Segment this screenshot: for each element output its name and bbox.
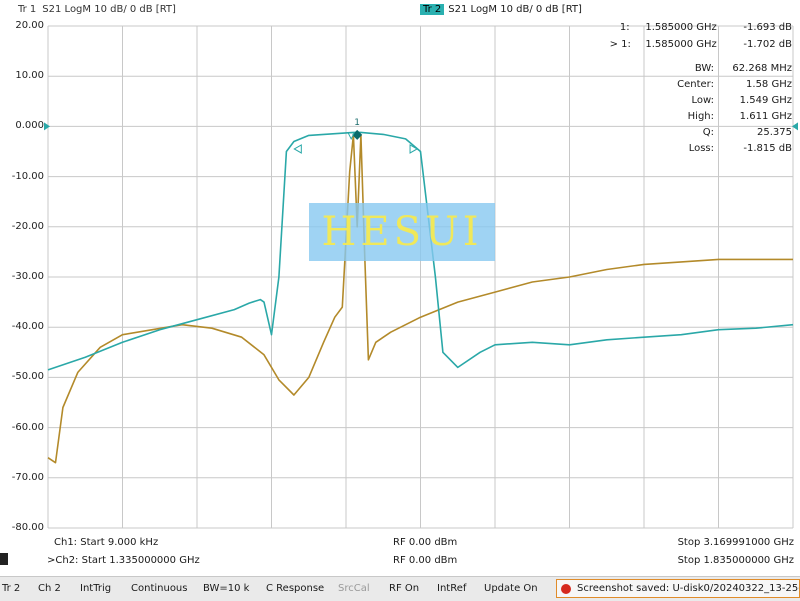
marker-1-label: 1 bbox=[354, 118, 360, 128]
center-label: Center: bbox=[677, 79, 714, 90]
low-label: Low: bbox=[691, 95, 714, 106]
reference-left-arrow-icon bbox=[44, 122, 50, 131]
loss-row: Loss: -1.815 dB bbox=[654, 143, 792, 154]
q-value: 25.375 bbox=[757, 127, 792, 138]
loss-label: Loss: bbox=[688, 143, 714, 154]
ch1-power: RF 0.00 dBm bbox=[393, 537, 458, 548]
screenshot-message-text: Screenshot saved: U-disk0/20240322_13-25… bbox=[577, 583, 799, 594]
marker-1-active-row: > 1: 1.585000 GHz -1.702 dB bbox=[610, 39, 792, 50]
bw-row: BW: 62.268 MHz bbox=[654, 63, 792, 74]
high-label: High: bbox=[687, 111, 714, 122]
marker-1-active-id: > 1: bbox=[609, 39, 631, 50]
screenshot-message: Screenshot saved: U-disk0/20240322_13-25… bbox=[556, 579, 800, 598]
ch1-start: Ch1: Start 9.000 kHz bbox=[54, 537, 159, 548]
ch2-stop: Stop 1.835000000 GHz bbox=[677, 555, 794, 566]
ch1-stop: Stop 3.169991000 GHz bbox=[677, 537, 794, 548]
ch2-power: RF 0.00 dBm bbox=[393, 555, 458, 566]
status-sweep-mode[interactable]: Continuous bbox=[131, 583, 187, 594]
watermark-logo: HESUI bbox=[309, 203, 495, 261]
status-reference[interactable]: IntRef bbox=[437, 583, 466, 594]
bw-value: 62.268 MHz bbox=[732, 63, 792, 74]
marker-1-active-value: -1.702 dB bbox=[743, 39, 792, 50]
bw-label: BW: bbox=[694, 63, 714, 74]
status-rf[interactable]: RF On bbox=[389, 583, 419, 594]
marker-1-row: 1: 1.585000 GHz -1.693 dB bbox=[610, 22, 792, 33]
status-trace[interactable]: Tr 2 bbox=[2, 583, 20, 594]
channel-indicator-icon bbox=[0, 553, 8, 565]
center-row: Center: 1.58 GHz bbox=[654, 79, 792, 90]
status-bar: Tr 2 Ch 2 IntTrig Continuous BW=10 k C R… bbox=[0, 576, 800, 601]
status-channel[interactable]: Ch 2 bbox=[38, 583, 61, 594]
q-row: Q: 25.375 bbox=[654, 127, 792, 138]
record-icon bbox=[561, 583, 571, 594]
marker-1-id: 1: bbox=[619, 22, 630, 33]
marker-1-value: -1.693 dB bbox=[743, 22, 792, 33]
marker-1-freq: 1.585000 GHz bbox=[645, 22, 717, 33]
center-value: 1.58 GHz bbox=[746, 79, 792, 90]
ch2-start: >Ch2: Start 1.335000000 GHz bbox=[47, 555, 200, 566]
loss-value: -1.815 dB bbox=[743, 143, 792, 154]
marker-1-active-freq: 1.585000 GHz bbox=[645, 39, 717, 50]
status-ifbw[interactable]: BW=10 k bbox=[203, 583, 249, 594]
status-trigger[interactable]: IntTrig bbox=[80, 583, 111, 594]
q-label: Q: bbox=[702, 127, 714, 138]
low-row: Low: 1.549 GHz bbox=[654, 95, 792, 106]
high-value: 1.611 GHz bbox=[739, 111, 792, 122]
status-srccal[interactable]: SrcCal bbox=[338, 583, 370, 594]
low-value: 1.549 GHz bbox=[739, 95, 792, 106]
status-calibration[interactable]: C Response bbox=[266, 583, 324, 594]
bw-low-marker bbox=[293, 144, 302, 154]
high-row: High: 1.611 GHz bbox=[654, 111, 792, 122]
status-update[interactable]: Update On bbox=[484, 583, 538, 594]
